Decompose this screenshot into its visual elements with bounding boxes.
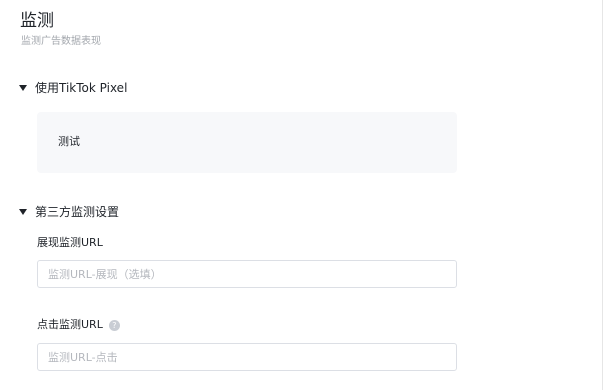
page-title: 监测	[20, 11, 54, 31]
section-third-party-label: 第三方监测设置	[35, 205, 120, 219]
section-tiktok-pixel-label: 使用TikTok Pixel	[35, 81, 128, 95]
tiktok-pixel-name: 测试	[58, 135, 80, 148]
impression-url-input[interactable]	[37, 260, 457, 288]
tiktok-pixel-card: 测试	[37, 112, 457, 173]
click-url-label: 点击监测URL	[37, 318, 103, 331]
caret-down-icon	[19, 85, 27, 91]
click-url-input[interactable]	[37, 343, 457, 371]
impression-url-label-row: 展现监测URL	[37, 236, 103, 250]
section-third-party-toggle[interactable]: 第三方监测设置	[19, 204, 119, 220]
page-subtitle: 监测广告数据表现	[21, 36, 101, 47]
monitoring-page: 监测 监测广告数据表现 使用TikTok Pixel 测试 第三方监测设置 展现…	[0, 0, 603, 390]
section-tiktok-pixel-toggle[interactable]: 使用TikTok Pixel	[19, 80, 127, 96]
question-circle-icon[interactable]: ?	[108, 319, 120, 331]
click-url-label-row: 点击监测URL ?	[37, 318, 120, 332]
caret-down-icon	[19, 209, 27, 215]
impression-url-label: 展现监测URL	[37, 236, 103, 249]
